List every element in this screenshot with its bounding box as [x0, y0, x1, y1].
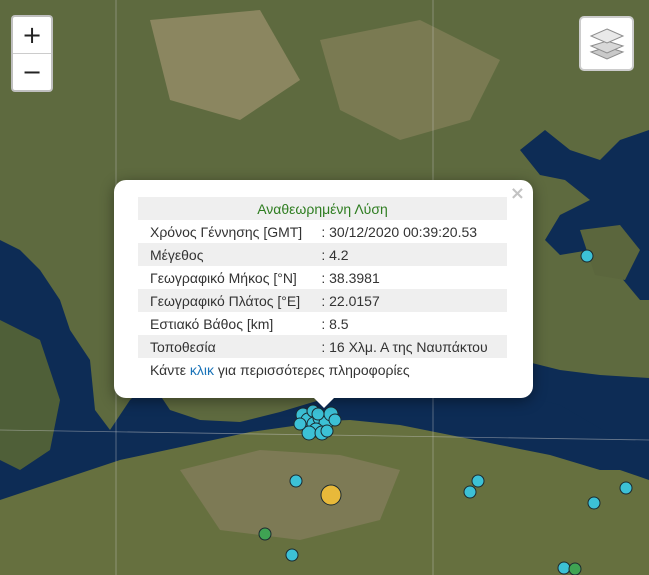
popup-heading: Αναθεωρημένη Λύση: [138, 197, 507, 220]
detail-row-magnitude: Μέγεθος : 4.2: [138, 243, 507, 266]
earthquake-marker[interactable]: [289, 474, 303, 488]
detail-label: Γεωγραφικό Πλάτος [°E]: [138, 289, 322, 312]
detail-row-longitude: Γεωγραφικό Πλάτος [°E] : 22.0157: [138, 289, 507, 312]
popup-heading-row: Αναθεωρημένη Λύση: [138, 197, 507, 220]
earthquake-marker[interactable]: [320, 484, 342, 506]
earthquake-marker[interactable]: [587, 496, 601, 510]
popup-footer-row: Κάντε κλικ για περισσότερες πληροφορίες: [138, 358, 507, 381]
detail-row-origin-time: Χρόνος Γέννησης [GMT] : 30/12/2020 00:39…: [138, 220, 507, 243]
detail-label: Τοποθεσία: [138, 335, 322, 358]
detail-value: : 22.0157: [321, 289, 507, 312]
detail-row-depth: Εστιακό Βάθος [km] : 8.5: [138, 312, 507, 335]
footer-text-after: για περισσότερες πληροφορίες: [214, 361, 410, 378]
earthquake-marker[interactable]: [293, 417, 307, 431]
detail-label: Εστιακό Βάθος [km]: [150, 315, 274, 332]
more-info-link[interactable]: κλικ: [190, 362, 214, 378]
detail-label: Χρόνος Γέννησης [GMT]: [150, 223, 303, 240]
detail-label: Γεωγραφικό Μήκος [°N]: [150, 269, 297, 286]
earthquake-marker[interactable]: [580, 249, 594, 263]
earthquake-marker[interactable]: [471, 474, 485, 488]
popup-close-button[interactable]: ×: [510, 183, 525, 204]
popup-tip: [313, 397, 335, 408]
earthquake-marker[interactable]: [557, 561, 571, 575]
detail-value: : 38.3981: [321, 269, 380, 286]
detail-value: : 4.2: [321, 243, 507, 266]
detail-label: Μέγεθος: [138, 243, 322, 266]
earthquake-marker[interactable]: [568, 562, 582, 575]
earthquake-info-popup: × Αναθεωρημένη Λύση Χρόνος Γέννησης [GMT…: [114, 180, 533, 408]
earthquake-marker[interactable]: [619, 481, 633, 495]
earthquake-marker[interactable]: [320, 424, 334, 438]
footer-text-before: Κάντε: [150, 361, 190, 378]
detail-value: : 16 Χλμ. Α της Ναυπάκτου: [321, 335, 507, 358]
popup-footer: Κάντε κλικ για περισσότερες πληροφορίες: [138, 358, 507, 381]
zoom-out-button[interactable]: −: [13, 53, 51, 90]
zoom-in-button[interactable]: +: [13, 17, 51, 53]
earthquake-marker[interactable]: [311, 407, 325, 421]
zoom-control: + −: [11, 15, 53, 92]
detail-row-latitude: Γεωγραφικό Μήκος [°N] : 38.3981: [138, 266, 507, 289]
earthquake-marker[interactable]: [258, 527, 272, 541]
layers-button[interactable]: [579, 16, 634, 71]
detail-value: : 8.5: [321, 315, 349, 332]
detail-value: : 30/12/2020 00:39:20.53: [321, 223, 478, 240]
earthquake-marker[interactable]: [328, 413, 342, 427]
earthquake-details-table: Αναθεωρημένη Λύση Χρόνος Γέννησης [GMT] …: [138, 197, 507, 381]
earthquake-marker[interactable]: [285, 548, 299, 562]
earthquake-marker[interactable]: [463, 485, 477, 499]
layers-icon: [589, 27, 624, 60]
detail-row-location: Τοποθεσία : 16 Χλμ. Α της Ναυπάκτου: [138, 335, 507, 358]
